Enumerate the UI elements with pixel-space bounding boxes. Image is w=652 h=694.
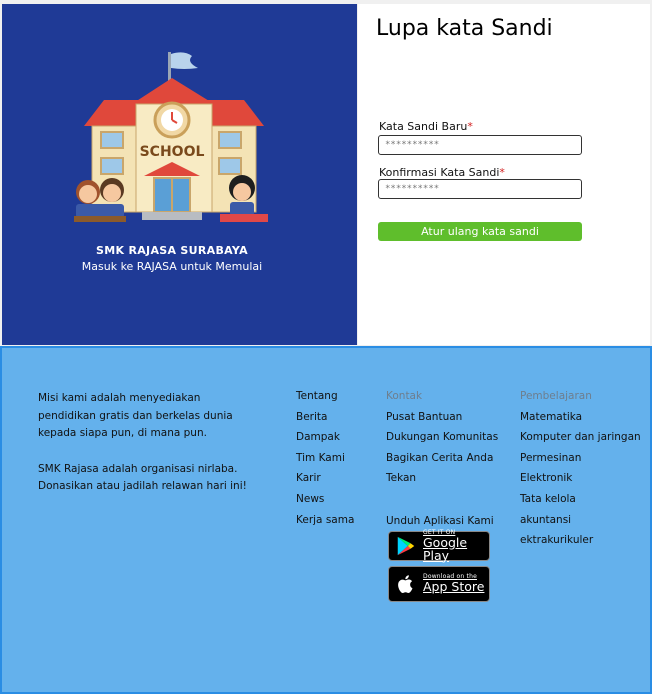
footer-link-ektrakurikuler[interactable]: ektrakurikuler xyxy=(520,534,641,555)
footer-link-tim-kami[interactable]: Tim Kami xyxy=(296,452,354,473)
footer-link-bagikan-cerita[interactable]: Bagikan Cerita Anda xyxy=(386,452,498,473)
footer-link-akuntansi[interactable]: akuntansi xyxy=(520,514,641,535)
confirm-password-label: Konfirmasi Kata Sandi* xyxy=(379,166,505,179)
footer-link-tekan[interactable]: Tekan xyxy=(386,472,498,493)
hero-panel: SCHOOL SMK RAJASA SURABAYA Masuk ke RAJA… xyxy=(2,4,357,345)
school-sign: SCHOOL xyxy=(140,144,205,160)
google-play-big-text: Google Play xyxy=(423,535,468,563)
new-password-label-text: Kata Sandi Baru xyxy=(379,120,468,133)
apps-title: Unduh Aplikasi Kami xyxy=(386,515,494,527)
google-play-icon xyxy=(397,536,415,556)
footer-link-dampak[interactable]: Dampak xyxy=(296,431,354,452)
footer-link-komputer-jaringan[interactable]: Komputer dan jaringan xyxy=(520,431,641,452)
new-password-input[interactable] xyxy=(378,135,582,155)
reset-password-form: Lupa kata Sandi Kata Sandi Baru* Konfirm… xyxy=(358,4,650,345)
footer-link-permesinan[interactable]: Permesinan xyxy=(520,452,641,473)
contact-links: Kontak Pusat Bantuan Dukungan Komunitas … xyxy=(386,390,498,493)
top-section: SCHOOL SMK RAJASA SURABAYA Masuk ke RAJA… xyxy=(0,0,652,346)
footer-link-dukungan-komunitas[interactable]: Dukungan Komunitas xyxy=(386,431,498,452)
footer-link-pusat-bantuan[interactable]: Pusat Bantuan xyxy=(386,411,498,432)
google-play-button[interactable]: GET IT ON Google Play xyxy=(388,530,490,563)
footer-link-tata-kelola[interactable]: Tata kelola xyxy=(520,493,641,514)
mission-text: Misi kami adalah menyediakan pendidikan … xyxy=(38,390,258,496)
school-building-illustration: SCHOOL xyxy=(74,52,268,222)
mission-paragraph-1: Misi kami adalah menyediakan pendidikan … xyxy=(38,392,233,439)
page-title: Lupa kata Sandi xyxy=(376,16,553,41)
required-marker: * xyxy=(499,166,505,179)
learning-links: Pembelajaran Matematika Komputer dan jar… xyxy=(520,390,641,555)
app-store-big-text: App Store xyxy=(423,579,485,595)
footer-link-news[interactable]: News xyxy=(296,493,354,514)
apple-icon xyxy=(398,575,413,593)
required-marker: * xyxy=(467,120,473,133)
new-password-label: Kata Sandi Baru* xyxy=(379,120,473,133)
app-store-button[interactable]: Download on the App Store xyxy=(388,566,490,602)
footer-link-elektronik[interactable]: Elektronik xyxy=(520,472,641,493)
learning-heading: Pembelajaran xyxy=(520,390,592,402)
reset-password-button[interactable]: Atur ulang kata sandi xyxy=(378,222,582,241)
confirm-password-label-text: Konfirmasi Kata Sandi xyxy=(379,166,500,179)
about-links: Tentang Berita Dampak Tim Kami Karir New… xyxy=(296,390,354,534)
footer-link-tentang[interactable]: Tentang xyxy=(296,390,354,411)
contact-heading: Kontak xyxy=(386,390,423,402)
footer-link-kerja-sama[interactable]: Kerja sama xyxy=(296,514,354,535)
footer-link-karir[interactable]: Karir xyxy=(296,472,354,493)
hero-tagline: Masuk ke RAJASA untuk Memulai xyxy=(81,260,263,273)
mission-paragraph-2: SMK Rajasa adalah organisasi nirlaba. Do… xyxy=(38,462,247,493)
footer-link-berita[interactable]: Berita xyxy=(296,411,354,432)
footer-link-matematika[interactable]: Matematika xyxy=(520,411,641,432)
footer: Misi kami adalah menyediakan pendidikan … xyxy=(0,346,652,694)
school-name: SMK RAJASA SURABAYA xyxy=(96,244,248,257)
confirm-password-input[interactable] xyxy=(378,179,582,199)
